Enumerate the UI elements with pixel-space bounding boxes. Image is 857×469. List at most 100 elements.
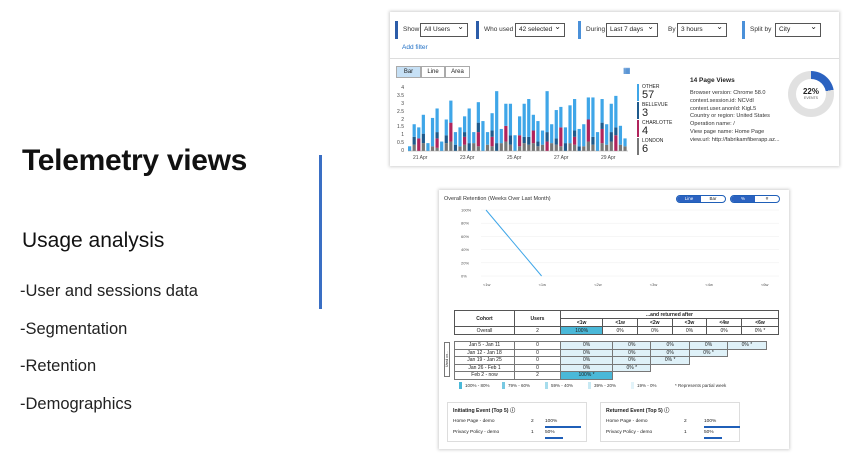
bar-segment[interactable] — [545, 141, 549, 151]
bar-segment[interactable] — [417, 127, 421, 139]
bar-segment[interactable] — [504, 141, 508, 151]
bar-segment[interactable] — [518, 146, 522, 151]
bar-segment[interactable] — [536, 146, 540, 151]
bar-segment[interactable] — [449, 122, 453, 142]
bar-segment[interactable] — [605, 144, 609, 151]
bar-segment[interactable] — [453, 132, 458, 145]
bar-segment[interactable] — [421, 143, 425, 151]
bar-segment[interactable] — [412, 136, 416, 145]
bar-segment[interactable] — [550, 143, 554, 151]
bar-segment[interactable] — [453, 144, 458, 151]
bar-segment[interactable] — [614, 95, 618, 128]
legend-charlotte[interactable]: CHARLOTTE 4 — [637, 120, 672, 137]
cohort-row[interactable]: Jan 12 - Jan 18 0 0% 0% 0% 0% * — [454, 348, 779, 357]
bar-segment[interactable] — [577, 128, 581, 147]
bar-segment[interactable] — [531, 130, 535, 144]
bar-segment[interactable] — [518, 135, 522, 147]
bar-segment[interactable] — [618, 125, 623, 145]
bar-segment[interactable] — [527, 144, 531, 151]
bar-segment[interactable] — [545, 132, 549, 142]
bar-segment[interactable] — [600, 143, 604, 151]
bar-segment[interactable] — [614, 135, 618, 151]
bar-segment[interactable] — [527, 136, 531, 145]
bar-segment[interactable] — [568, 143, 572, 151]
bar-segment[interactable] — [591, 144, 595, 151]
bar-segment[interactable] — [536, 121, 540, 142]
bar-segment[interactable] — [430, 117, 435, 147]
cohort-row[interactable]: Jan 26 - Feb 1 0 0% 0% * — [454, 363, 779, 372]
bar-segment[interactable] — [563, 127, 568, 144]
bar-segment[interactable] — [600, 99, 604, 123]
bar-segment[interactable] — [476, 132, 480, 147]
bar-segment[interactable] — [582, 146, 586, 151]
legend-other[interactable]: OTHER 57 — [637, 84, 660, 101]
bar-segment[interactable] — [522, 103, 526, 137]
info-icon[interactable]: ⓘ — [664, 408, 669, 414]
toggle-line[interactable]: Line — [677, 196, 701, 202]
bar-segment[interactable] — [490, 113, 494, 131]
bar-segment[interactable] — [476, 102, 480, 123]
bar-segment[interactable] — [472, 143, 476, 151]
bar-segment[interactable] — [582, 124, 586, 147]
bar-segment[interactable] — [559, 106, 563, 128]
view-toggle[interactable]: Line Bar — [676, 195, 726, 203]
bar-segment[interactable] — [476, 122, 480, 133]
cohort-row[interactable]: Feb 2 - now 2 100% * — [454, 371, 779, 380]
cohort-row[interactable]: Jan 5 - Jan 11 0 0% 0% 0% 0% 0% * — [454, 341, 779, 350]
by-select[interactable]: 3 hours — [677, 21, 727, 37]
bar-segment[interactable] — [412, 124, 416, 137]
bar-segment[interactable] — [458, 146, 462, 151]
info-icon[interactable]: ⓘ — [510, 408, 515, 414]
bar-segment[interactable] — [463, 136, 467, 145]
bar-segment[interactable] — [586, 119, 590, 142]
bar-segment[interactable] — [609, 132, 613, 142]
bar-segment[interactable] — [463, 144, 467, 151]
bar-segment[interactable] — [559, 127, 563, 147]
bar-segment[interactable] — [499, 128, 503, 144]
bar-segment[interactable] — [444, 135, 448, 144]
bar-segment[interactable] — [472, 132, 476, 144]
bar-segment[interactable] — [476, 146, 480, 151]
bar-segment[interactable] — [508, 103, 513, 136]
bar-segment[interactable] — [522, 143, 526, 151]
bar-segment[interactable] — [577, 146, 581, 151]
bar-segment[interactable] — [430, 146, 435, 151]
bar-segment[interactable] — [463, 132, 467, 137]
bar-segment[interactable] — [586, 97, 590, 120]
bar-segment[interactable] — [614, 127, 618, 136]
toggle-bar[interactable]: Bar — [701, 196, 725, 202]
bar-segment[interactable] — [591, 136, 595, 145]
bar-segment[interactable] — [545, 91, 549, 133]
bar-segment[interactable] — [513, 135, 517, 151]
bar-segment[interactable] — [490, 146, 494, 151]
bar-segment[interactable] — [444, 119, 448, 136]
bar-segment[interactable] — [586, 141, 590, 151]
bar-segment[interactable] — [444, 143, 448, 151]
bar-segment[interactable] — [421, 114, 425, 134]
legend-london[interactable]: LONDON 6 — [637, 138, 663, 155]
bar-segment[interactable] — [591, 97, 595, 137]
bar-segment[interactable] — [508, 135, 513, 145]
bar-segment[interactable] — [449, 100, 453, 123]
bar-segment[interactable] — [417, 138, 421, 151]
bar-segment[interactable] — [435, 108, 439, 133]
bar-segment[interactable] — [481, 121, 485, 151]
bar-segment[interactable] — [449, 141, 453, 151]
bar-segment[interactable] — [568, 105, 572, 144]
bar-segment[interactable] — [467, 108, 471, 144]
bar-segment[interactable] — [609, 103, 613, 133]
unit-toggle[interactable]: % # — [730, 195, 780, 203]
bar-segment[interactable] — [412, 144, 416, 151]
bar-segment[interactable] — [540, 144, 545, 151]
bar-segment[interactable] — [550, 124, 554, 144]
toggle-percent[interactable]: % — [731, 196, 755, 202]
bar-segment[interactable] — [495, 143, 499, 151]
bar-segment[interactable] — [573, 99, 577, 131]
bar-segment[interactable] — [600, 122, 604, 129]
bar-segment[interactable] — [609, 141, 613, 151]
bar-segment[interactable] — [467, 143, 471, 151]
bar-segment[interactable] — [485, 144, 490, 151]
bar-segment[interactable] — [531, 143, 535, 151]
bar-segment[interactable] — [495, 91, 499, 144]
bar-segment[interactable] — [435, 132, 439, 139]
